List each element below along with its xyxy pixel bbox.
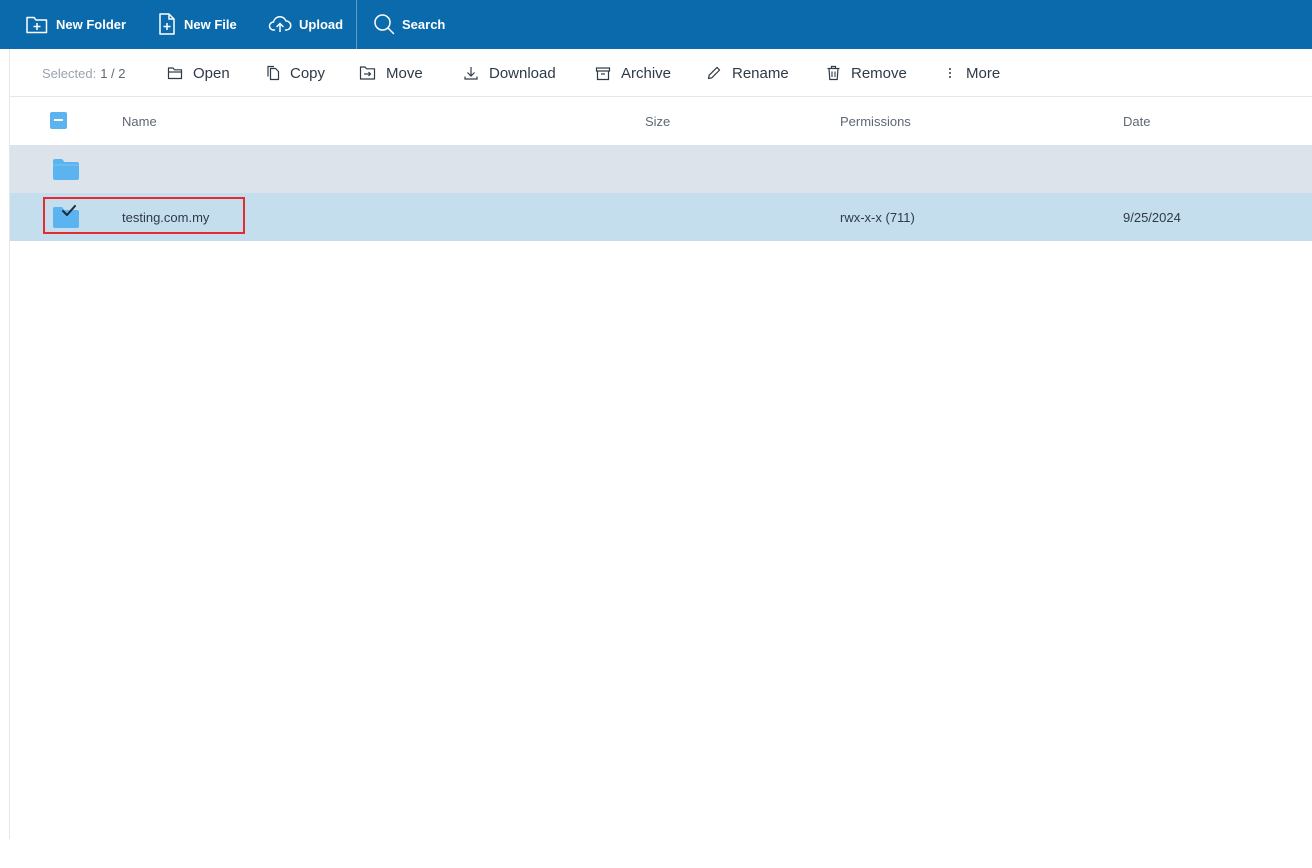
selected-label: Selected: (42, 65, 97, 81)
column-date[interactable]: Date (1123, 97, 1150, 145)
search-label: Search (402, 16, 446, 32)
selection-status: Selected: 1 / 2 (42, 49, 126, 97)
rename-label: Rename (732, 64, 789, 82)
new-file-label: New File (184, 16, 237, 32)
open-label: Open (193, 64, 230, 82)
download-icon (464, 67, 478, 80)
remove-label: Remove (851, 64, 907, 82)
more-button[interactable]: More (944, 49, 1000, 97)
column-size[interactable]: Size (645, 97, 670, 145)
cloud-upload-icon (268, 15, 292, 32)
upload-label: Upload (299, 16, 344, 32)
column-permissions[interactable]: Permissions (840, 97, 911, 145)
trash-icon (827, 65, 840, 81)
search-icon (374, 14, 395, 35)
archive-icon (595, 66, 611, 80)
toolbar-divider (356, 0, 357, 49)
selected-count: 1 / 2 (100, 65, 126, 81)
file-plus-icon (159, 13, 175, 35)
table-row-selected[interactable]: testing.com.my rwx-x-x (711) 9/25/2024 (10, 193, 1312, 241)
copy-button[interactable]: Copy (266, 49, 325, 97)
table-header: Name Size Permissions Date (10, 97, 1312, 145)
more-label: More (966, 64, 1001, 82)
file-manager-panel: Selected: 1 / 2 Open Copy Move Download … (9, 49, 1312, 839)
move-button[interactable]: Move (359, 49, 423, 97)
row-permissions: rwx-x-x (711) (840, 209, 915, 225)
remove-button[interactable]: Remove (826, 49, 907, 97)
folder-icon (53, 159, 79, 180)
upload-button[interactable]: Upload (268, 5, 343, 43)
copy-label: Copy (290, 64, 326, 82)
new-folder-button[interactable]: New Folder (25, 5, 126, 43)
more-vertical-icon (949, 68, 951, 78)
top-toolbar: New Folder New File Upload Search (0, 0, 1312, 49)
selection-action-bar: Selected: 1 / 2 Open Copy Move Download … (10, 49, 1312, 97)
pencil-icon (707, 66, 721, 80)
move-icon (359, 66, 376, 80)
open-button[interactable]: Open (167, 49, 230, 97)
copy-icon (267, 65, 280, 81)
search-button[interactable]: Search (373, 5, 445, 43)
row-date: 9/25/2024 (1123, 209, 1181, 225)
folder-open-icon (167, 67, 183, 80)
archive-label: Archive (621, 64, 672, 82)
folder-plus-icon (26, 16, 48, 34)
download-button[interactable]: Download (463, 49, 556, 97)
archive-button[interactable]: Archive (595, 49, 671, 97)
new-file-button[interactable]: New File (157, 5, 237, 43)
rename-button[interactable]: Rename (706, 49, 789, 97)
new-folder-label: New Folder (56, 16, 127, 32)
select-all-checkbox[interactable] (50, 112, 67, 129)
move-label: Move (386, 64, 423, 82)
table-row[interactable] (10, 145, 1312, 193)
download-label: Download (489, 64, 556, 82)
column-name[interactable]: Name (122, 97, 157, 145)
highlight-box (43, 197, 245, 234)
